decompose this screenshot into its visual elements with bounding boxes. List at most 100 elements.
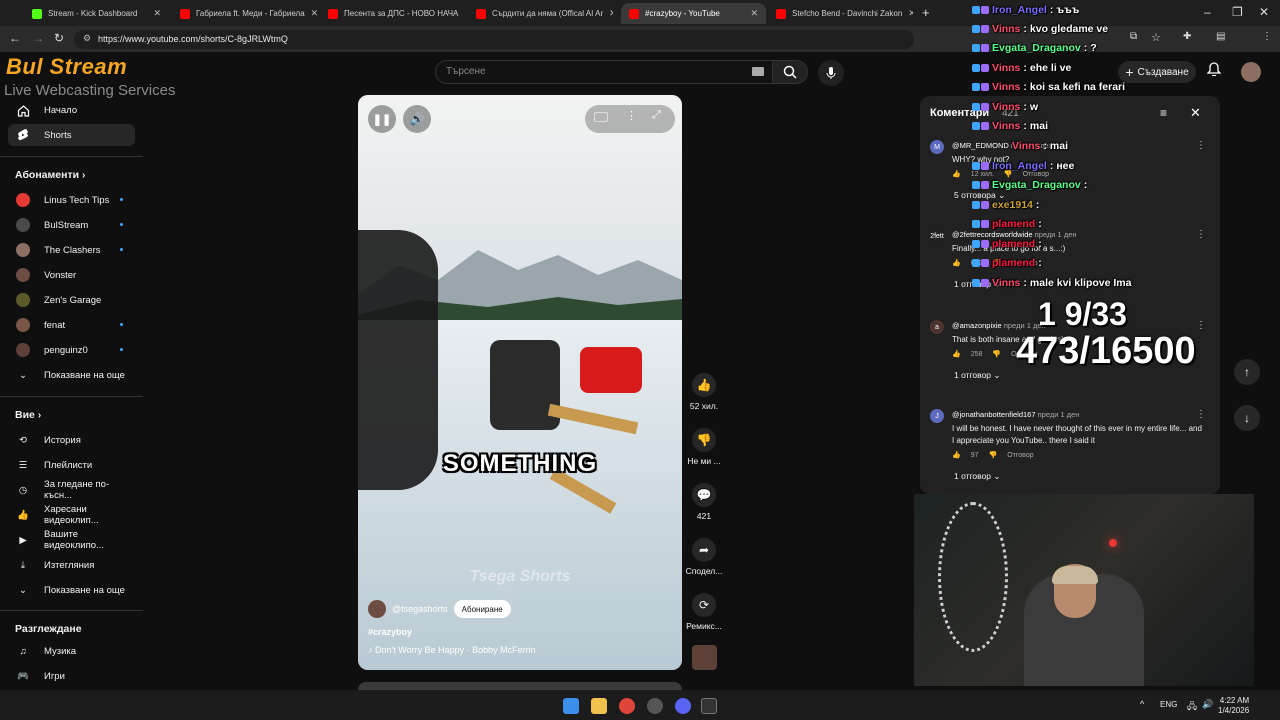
video-hashtag[interactable]: #crazyboy <box>368 627 412 637</box>
subscription-item[interactable]: The Clashers <box>8 239 135 261</box>
search-input[interactable] <box>435 60 775 84</box>
subscription-item[interactable]: BulStream <box>8 214 135 236</box>
channel-avatar[interactable] <box>368 600 386 618</box>
notifications-icon[interactable] <box>1206 62 1222 80</box>
subscription-item[interactable]: Vonster <box>8 264 135 286</box>
reload-icon[interactable]: ↻ <box>54 31 64 45</box>
tab-close-icon[interactable]: ✕ <box>609 8 613 19</box>
start-icon[interactable] <box>563 698 579 714</box>
sidebar-item-you[interactable]: ⤓ Изтегляния <box>8 554 135 576</box>
commenter-avatar[interactable]: J <box>930 409 944 423</box>
commenter-avatar[interactable]: 2fett <box>930 229 944 243</box>
subscription-item[interactable]: Zen's Garage <box>8 289 135 311</box>
comment-like-icon[interactable]: 👍 <box>952 170 961 178</box>
comment-author[interactable]: @MR_EDMOND <box>952 141 1009 150</box>
speaker-icon[interactable]: 🔊 <box>1202 699 1213 710</box>
music-row[interactable]: ♪ Don't Worry Be Happy · Bobby McFerrin <box>368 645 536 655</box>
commenter-avatar[interactable]: a <box>930 320 944 334</box>
subscriptions-header[interactable]: Абонаменти › <box>15 169 85 181</box>
bookmark-star-icon[interactable]: ☆ <box>1151 31 1161 44</box>
browser-tab[interactable]: Песента за ДПС - НОВО НАЧА ✕ <box>320 3 465 24</box>
captions-icon[interactable] <box>594 112 608 122</box>
sidebar-item-you[interactable]: ▶ Вашите видеоклипо... <box>8 529 135 551</box>
comment-reply-button[interactable]: Отговор <box>1007 452 1033 459</box>
site-info-icon[interactable]: ⚙ <box>83 33 91 44</box>
install-icon[interactable]: ⧉ <box>1130 31 1137 42</box>
browser-tab[interactable]: Габриела ft. Меди - Габриела ✕ <box>172 3 317 24</box>
extensions-icon[interactable]: ✚ <box>1183 31 1191 42</box>
discord-icon[interactable] <box>675 698 691 714</box>
dislike-action[interactable]: 👎 Не ми ... <box>682 428 726 466</box>
you-header[interactable]: Вие › <box>15 409 41 421</box>
chrome-icon[interactable] <box>619 698 635 714</box>
language-indicator[interactable]: ENG <box>1160 700 1177 709</box>
new-tab-button[interactable]: + <box>922 5 930 20</box>
create-button[interactable]: + Създаване <box>1118 61 1196 83</box>
comment-author[interactable]: @amazonpixie <box>952 321 1002 330</box>
terminal-icon[interactable] <box>701 698 717 714</box>
network-icon[interactable]: 🖧 <box>1187 699 1197 715</box>
comment-like-icon[interactable]: 👍 <box>952 350 961 358</box>
tab-close-icon[interactable]: ✕ <box>750 8 758 19</box>
view-replies-button[interactable]: 1 отговор ⌄ <box>954 471 1001 482</box>
comment-menu-icon[interactable]: ⋮ <box>1196 140 1206 151</box>
sidebar-item-you[interactable]: ☰ Плейлисти <box>8 454 135 476</box>
view-replies-button[interactable]: 1 отговор ⌄ <box>954 370 1001 381</box>
comment-like-icon[interactable]: 👍 <box>952 451 961 459</box>
minimize-icon[interactable]: – <box>1204 5 1211 19</box>
comment-author[interactable]: @jonathanbottenfield167 <box>952 410 1036 419</box>
previous-short-button[interactable]: ↑ <box>1234 359 1260 385</box>
browser-tab[interactable]: Stefcho Bend - Davinchi Zakon ✕ <box>768 3 913 24</box>
sidebar-item-you[interactable]: ◷ За гледане по-късн... <box>8 479 135 501</box>
tray-chevron-icon[interactable]: ^ <box>1140 699 1144 709</box>
comments-action[interactable]: 💬 421 <box>682 483 726 521</box>
obs-icon[interactable] <box>647 698 663 714</box>
sidebar-item-home[interactable]: Начало <box>8 99 135 121</box>
more-options-icon[interactable]: ⋮ <box>626 109 637 122</box>
shorts-video-player[interactable]: SOMETHING Tsega Shorts ❚❚ 🔊 ⋮ ⤢ @tsegash… <box>358 95 682 670</box>
browser-menu-icon[interactable]: ⋮ <box>1262 31 1272 42</box>
show-more-subscriptions[interactable]: ⌄ Показване на още <box>8 364 135 386</box>
tab-close-icon[interactable]: ✕ <box>311 8 317 19</box>
like-action[interactable]: 👍 52 хил. <box>682 373 726 411</box>
comment-menu-icon[interactable]: ⋮ <box>1196 320 1206 331</box>
subscribe-button[interactable]: Абониране <box>453 600 511 618</box>
volume-button[interactable]: 🔊 <box>403 105 431 133</box>
sort-icon[interactable]: ≡ <box>1160 106 1167 120</box>
search-button[interactable] <box>772 60 808 84</box>
subscription-item[interactable]: Linus Tech Tips <box>8 189 135 211</box>
close-icon[interactable]: ✕ <box>1190 105 1201 121</box>
remix-action[interactable]: ⟳ Ремикс... <box>682 593 726 631</box>
fullscreen-icon[interactable]: ⤢ <box>652 109 661 122</box>
comment-dislike-icon[interactable]: 👎 <box>989 451 998 459</box>
voice-search-button[interactable] <box>818 60 844 86</box>
commenter-avatar[interactable]: M <box>930 140 944 154</box>
clock[interactable]: 4:22 AM 1/4/2026 <box>1218 696 1249 716</box>
next-short-button[interactable]: ↓ <box>1234 405 1260 431</box>
sidebar-panel-icon[interactable]: ▤ <box>1216 31 1225 42</box>
show-more-you[interactable]: ⌄ Показване на още <box>8 579 135 601</box>
pause-button[interactable]: ❚❚ <box>368 105 396 133</box>
close-window-icon[interactable]: ✕ <box>1259 5 1269 19</box>
sound-thumbnail[interactable] <box>692 645 717 670</box>
forward-icon[interactable]: → <box>32 31 44 45</box>
sidebar-item-you[interactable]: 👍 Харесани видеоклип... <box>8 504 135 526</box>
channel-name[interactable]: @tsegashorts <box>392 604 448 614</box>
keyboard-icon[interactable] <box>752 67 764 76</box>
browser-tab[interactable]: #crazyboy - YouTube ✕ <box>621 3 766 24</box>
tab-close-icon[interactable]: ✕ <box>464 8 465 19</box>
subscription-item[interactable]: fenat <box>8 314 135 336</box>
maximize-icon[interactable]: ❐ <box>1232 5 1243 19</box>
browser-tab[interactable]: Сърдити да няма (Offical AI Ar ✕ <box>468 3 613 24</box>
file-explorer-icon[interactable] <box>591 698 607 714</box>
account-avatar[interactable] <box>1241 62 1261 82</box>
tab-close-icon[interactable]: ✕ <box>153 8 161 19</box>
share-action[interactable]: ➦ Сподел... <box>682 538 726 576</box>
comment-like-icon[interactable]: 👍 <box>952 259 961 267</box>
browser-tab[interactable]: Stream - Kick Dashboard ✕ <box>24 3 169 24</box>
comment-dislike-icon[interactable]: 👎 <box>992 350 1001 358</box>
sidebar-item-explore[interactable]: 🎮 Игри <box>8 665 135 687</box>
back-icon[interactable]: ← <box>9 31 21 45</box>
sidebar-item-you[interactable]: ⟲ История <box>8 429 135 451</box>
sidebar-item-shorts[interactable]: Shorts <box>8 124 135 146</box>
